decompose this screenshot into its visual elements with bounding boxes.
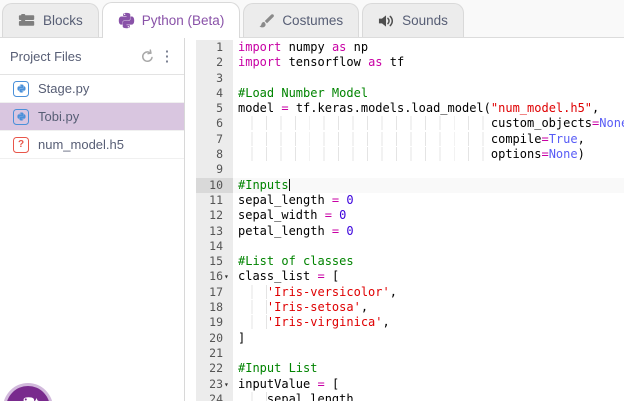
app-window: Blocks Python (Beta) Costumes Sounds Pro… — [0, 0, 624, 401]
line-number: 7 — [196, 131, 233, 148]
line-number: 17 — [196, 284, 233, 301]
line-number: 12 — [196, 208, 233, 224]
line-number: 9 — [196, 162, 233, 178]
code-line[interactable]: 2 import tensorflow as tf — [196, 55, 624, 71]
file-name: Tobi.py — [38, 109, 80, 124]
python-file-icon — [13, 108, 29, 125]
code-line[interactable]: 15 #List of classes — [196, 254, 624, 270]
code-editor[interactable]: 1 import numpy as np 2 import tensorflow as… — [196, 38, 624, 401]
code-line[interactable]: 18 'Iris-setosa', — [196, 300, 624, 316]
code-line[interactable]: 24 sepal_length — [196, 391, 624, 401]
code-line[interactable]: 22 #Input List — [196, 361, 624, 377]
code-line[interactable]: 9 — [196, 162, 624, 178]
line-number: 24 — [196, 391, 233, 401]
file-name: num_model.h5 — [38, 137, 124, 152]
code-line[interactable]: 14 — [196, 238, 624, 255]
code-line[interactable]: 4 #Load Number Model — [196, 85, 624, 102]
code-line[interactable]: 1 import numpy as np — [196, 40, 624, 56]
panel-menu-icon[interactable]: ⋮ — [157, 46, 177, 66]
fold-toggle-icon[interactable]: ▾ — [223, 269, 233, 284]
code-line[interactable]: 16 ▾ class_list = [ — [196, 269, 624, 285]
file-row-num-model[interactable]: ? num_model.h5 — [0, 131, 184, 159]
python-file-icon — [13, 80, 29, 97]
line-number: 10 — [196, 177, 233, 193]
refresh-icon[interactable] — [137, 46, 157, 66]
editor-tab-bar: Blocks Python (Beta) Costumes Sounds — [0, 0, 624, 38]
tab-label: Python (Beta) — [141, 13, 225, 28]
blocks-icon — [18, 13, 36, 28]
line-number: 13 — [196, 223, 233, 239]
line-number: 23 ▾ — [196, 376, 233, 392]
code-line[interactable]: 20] — [196, 330, 624, 346]
line-number: 1 — [196, 40, 233, 56]
line-number: 15 — [196, 254, 233, 270]
python-icon — [118, 12, 135, 29]
tab-blocks[interactable]: Blocks — [2, 3, 99, 37]
code-line[interactable]: 10 #Inputs — [196, 177, 624, 193]
line-number: 8 — [196, 147, 233, 163]
code-line[interactable]: 11 sepal_length = 0 — [196, 192, 624, 209]
text-cursor — [288, 178, 290, 191]
code-line[interactable]: 3 — [196, 70, 624, 86]
code-line[interactable]: 5 model = tf.keras.models.load_model("num… — [196, 101, 624, 117]
h5-model-file-icon: ? — [13, 136, 29, 153]
line-number: 2 — [196, 55, 233, 71]
code-line[interactable]: 19 'Iris-virginica', — [196, 315, 624, 331]
code-line[interactable]: 8 options=None) — [196, 147, 624, 163]
line-number: 19 — [196, 315, 233, 331]
line-number: 5 — [196, 101, 233, 117]
line-number: 21 — [196, 345, 233, 362]
file-row-tobi[interactable]: Tobi.py — [0, 103, 184, 131]
add-python-file-button[interactable] — [6, 386, 50, 401]
project-files-panel: Project Files ⋮ Stage.py Tobi.py ? num_m… — [0, 38, 185, 401]
plus-sparkle-icon — [32, 394, 41, 401]
speaker-icon — [378, 14, 395, 28]
code-line[interactable]: 7 compile=True, — [196, 131, 624, 148]
tab-sounds[interactable]: Sounds — [362, 3, 464, 37]
line-number: 4 — [196, 85, 233, 102]
fold-toggle-icon[interactable]: ▾ — [223, 377, 233, 392]
line-number: 20 — [196, 330, 233, 346]
tab-label: Blocks — [43, 13, 83, 28]
code-line[interactable]: 6 custom_objects=None, — [196, 116, 624, 132]
file-row-stage[interactable]: Stage.py — [0, 75, 184, 103]
line-number: 18 — [196, 300, 233, 316]
line-number: 11 — [196, 192, 233, 209]
project-files-header: Project Files ⋮ — [0, 38, 184, 75]
panel-title: Project Files — [10, 48, 82, 64]
line-number: 16 ▾ — [196, 269, 233, 285]
line-number: 14 — [196, 238, 233, 255]
code-line[interactable]: 23 ▾ inputValue = [ — [196, 376, 624, 392]
line-number: 22 — [196, 361, 233, 377]
tab-costumes[interactable]: Costumes — [243, 3, 360, 37]
brush-icon — [259, 13, 275, 29]
file-name: Stage.py — [38, 81, 90, 96]
line-number: 3 — [196, 70, 233, 86]
code-line[interactable]: 17 'Iris-versicolor', — [196, 284, 624, 301]
code-line[interactable]: 13 petal_length = 0 — [196, 223, 624, 239]
tab-python[interactable]: Python (Beta) — [101, 2, 241, 38]
tab-label: Costumes — [282, 13, 344, 28]
code-line[interactable]: 21 — [196, 345, 624, 362]
line-number: 6 — [196, 116, 233, 132]
code-line[interactable]: 12 sepal_width = 0 — [196, 208, 624, 224]
tab-label: Sounds — [402, 13, 448, 28]
